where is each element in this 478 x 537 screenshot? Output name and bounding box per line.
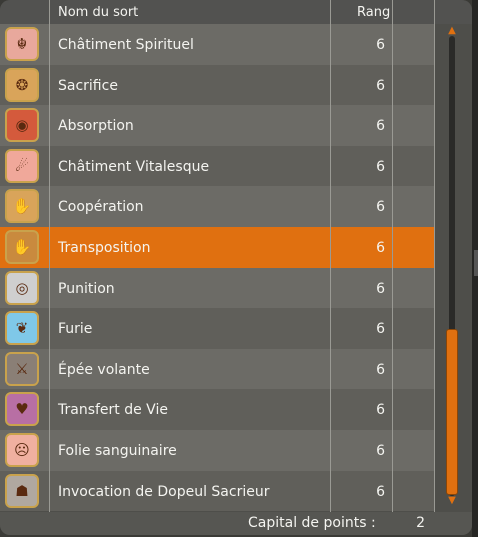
eye-punishment-icon: ◎ — [5, 270, 39, 305]
spell-name: Transposition — [58, 239, 151, 256]
resize-notch[interactable] — [474, 250, 478, 276]
table-header: Nom du sort Rang — [0, 0, 472, 24]
spell-rank: 6 — [376, 77, 385, 94]
vertical-scrollbar[interactable]: ▲ ▼ — [444, 26, 460, 506]
scroll-down-arrow-icon[interactable]: ▼ — [444, 496, 460, 506]
spell-row[interactable]: ✋ Transposition 6 — [0, 226, 434, 268]
spirit-punishment-icon: ☬ — [5, 27, 39, 61]
spell-rank: 6 — [376, 321, 385, 338]
spell-row[interactable]: ♥ Transfert de Vie 6 — [0, 389, 434, 430]
spell-name: Invocation de Dopeul Sacrieur — [58, 483, 270, 500]
spell-table-body: ☬ Châtiment Spirituel 6 ❂ Sacrifice 6 ◉ Absorpt… — [0, 24, 434, 512]
spell-name: Coopération — [58, 199, 144, 216]
spell-name: Punition — [58, 280, 115, 297]
window-edge — [472, 0, 478, 537]
sacrifice-icon: ❂ — [5, 67, 39, 102]
spell-name: Châtiment Spirituel — [58, 37, 194, 53]
heart-transfer-icon: ♥ — [5, 392, 39, 427]
spell-row[interactable]: ⚔ Épée volante 6 — [0, 348, 434, 390]
spell-name: Furie — [58, 321, 93, 338]
spell-rank: 6 — [376, 37, 385, 53]
spell-row[interactable]: ◉ Absorption 6 — [0, 105, 434, 146]
scroll-up-arrow-icon[interactable]: ▲ — [444, 26, 460, 36]
spell-name: Folie sanguinaire — [58, 442, 177, 459]
spell-row[interactable]: ☹ Folie sanguinaire 6 — [0, 429, 434, 471]
spell-row[interactable]: ☬ Châtiment Spirituel 6 — [0, 24, 434, 65]
flying-sword-icon: ⚔ — [5, 351, 39, 386]
scrollbar-thumb[interactable] — [446, 329, 458, 495]
cooperation-hand-icon: ✋ — [5, 189, 39, 224]
column-divider — [49, 0, 50, 535]
points-capital-value: 2 — [416, 515, 425, 531]
column-divider — [330, 0, 331, 512]
spell-rank: 6 — [376, 483, 385, 500]
spell-row[interactable]: ✋ Coopération 6 — [0, 186, 434, 227]
spell-name: Absorption — [58, 118, 134, 135]
spell-rank: 6 — [376, 199, 385, 216]
spell-rank: 6 — [376, 280, 385, 297]
spell-name: Sacrifice — [58, 77, 118, 94]
column-divider — [392, 0, 393, 512]
dopple-summon-icon: ☗ — [5, 473, 39, 508]
spell-rank: 6 — [376, 361, 385, 378]
spell-row[interactable]: ◎ Punition 6 — [0, 267, 434, 309]
spell-name: Châtiment Vitalesque — [58, 158, 210, 175]
spell-rank: 6 — [376, 402, 385, 419]
column-divider — [434, 0, 435, 512]
spell-row[interactable]: ❦ Furie 6 — [0, 308, 434, 349]
spell-rank: 6 — [376, 239, 385, 256]
spell-rank: 6 — [376, 442, 385, 459]
spell-rank: 6 — [376, 118, 385, 135]
blood-madness-face-icon: ☹ — [5, 432, 39, 467]
spell-name: Transfert de Vie — [58, 402, 168, 419]
vitality-punishment-icon: ☄ — [5, 148, 39, 183]
points-footer: Capital de points : 2 — [0, 512, 472, 535]
transposition-hand-icon: ✋ — [5, 229, 39, 264]
column-header-name[interactable]: Nom du sort — [58, 0, 138, 24]
spell-row[interactable]: ☗ Invocation de Dopeul Sacrieur 6 — [0, 470, 434, 512]
spell-rank: 6 — [376, 158, 385, 175]
spell-list-panel: Nom du sort Rang ☬ Châtiment Spirituel 6 ❂ S… — [0, 0, 472, 535]
column-header-rank[interactable]: Rang — [357, 0, 390, 24]
spell-row[interactable]: ☄ Châtiment Vitalesque 6 — [0, 145, 434, 187]
absorption-icon: ◉ — [5, 108, 39, 143]
fury-wings-icon: ❦ — [5, 311, 39, 346]
spell-row[interactable]: ❂ Sacrifice 6 — [0, 64, 434, 106]
points-capital-label: Capital de points : — [248, 515, 376, 531]
spell-name: Épée volante — [58, 361, 150, 378]
